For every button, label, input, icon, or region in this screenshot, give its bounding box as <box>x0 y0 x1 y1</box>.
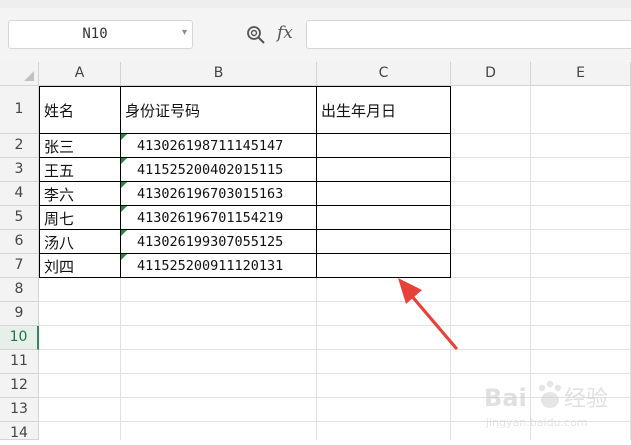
text-number-indicator <box>121 206 127 212</box>
row-header-10[interactable]: 10 <box>0 326 39 350</box>
row-header-5[interactable]: 5 <box>0 206 39 230</box>
gridline <box>39 301 631 302</box>
row-header-6[interactable]: 6 <box>0 230 39 254</box>
column-header-a[interactable]: A <box>39 62 121 86</box>
column-header-c[interactable]: C <box>317 62 451 86</box>
text-number-indicator <box>121 182 127 188</box>
table-border <box>39 157 451 158</box>
row-header-1[interactable]: 1 <box>0 86 39 134</box>
svg-text:Bai: Bai <box>484 384 527 412</box>
cell-name[interactable]: 周七 <box>44 208 74 229</box>
title-bar-strip <box>0 0 631 8</box>
cell-id[interactable]: 413026196703015163 <box>137 186 283 202</box>
formula-input[interactable] <box>306 20 631 49</box>
cell-id[interactable]: 413026198711145147 <box>137 138 283 154</box>
svg-text:经验: 经验 <box>564 387 608 412</box>
red-arrow-annotation <box>398 278 458 350</box>
name-box[interactable]: N10 ▾ <box>8 20 193 49</box>
select-all-corner[interactable] <box>0 62 39 86</box>
table-border <box>316 86 317 278</box>
row-header-11[interactable]: 11 <box>0 350 39 374</box>
name-box-value: N10 <box>82 26 108 42</box>
table-border <box>39 86 40 278</box>
row-header-13[interactable]: 13 <box>0 398 39 422</box>
cell-id[interactable]: 411525200402015115 <box>137 162 283 178</box>
table-border <box>39 253 451 254</box>
row-header-3[interactable]: 3 <box>0 158 39 182</box>
row-header-8[interactable]: 8 <box>0 278 39 302</box>
table-border <box>39 229 451 230</box>
header-cell-id[interactable]: 身份证号码 <box>125 100 200 121</box>
text-number-indicator <box>121 254 127 260</box>
cell-id[interactable]: 413026199307055125 <box>137 234 283 250</box>
row-header-4[interactable]: 4 <box>0 182 39 206</box>
row-header-9[interactable]: 9 <box>0 302 39 326</box>
cell-id[interactable]: 413026196701154219 <box>137 210 283 226</box>
cell-name[interactable]: 张三 <box>44 136 74 157</box>
header-cell-name[interactable]: 姓名 <box>44 100 74 121</box>
gridline <box>39 349 631 350</box>
row-header-14[interactable]: 14 <box>0 422 39 441</box>
fx-icon[interactable]: fx <box>277 23 293 43</box>
gridline <box>39 325 631 326</box>
table-border <box>39 181 451 182</box>
text-number-indicator <box>121 134 127 140</box>
column-header-d[interactable]: D <box>451 62 531 86</box>
header-cell-birth[interactable]: 出生年月日 <box>321 100 396 121</box>
cell-name[interactable]: 汤八 <box>44 232 74 253</box>
row-header-7[interactable]: 7 <box>0 254 39 278</box>
table-border <box>450 86 451 278</box>
row-header-12[interactable]: 12 <box>0 374 39 398</box>
row-header-2[interactable]: 2 <box>0 134 39 158</box>
text-number-indicator <box>121 158 127 164</box>
cell-name[interactable]: 王五 <box>44 160 74 181</box>
svg-text:jingyan.baidu.com: jingyan.baidu.com <box>485 416 588 429</box>
column-header-b[interactable]: B <box>121 62 317 86</box>
column-header-e[interactable]: E <box>531 62 631 86</box>
table-border <box>39 133 451 134</box>
table-border <box>39 205 451 206</box>
zoom-magnifier-icon[interactable] <box>246 25 266 45</box>
cell-id[interactable]: 411525200911120131 <box>137 258 283 274</box>
chevron-down-icon[interactable]: ▾ <box>182 27 187 38</box>
baidu-watermark-logo: Bai 经验 jingyan.baidu.com <box>484 380 608 429</box>
table-border <box>39 86 451 87</box>
cell-name[interactable]: 李六 <box>44 184 74 205</box>
cell-name[interactable]: 刘四 <box>44 256 74 277</box>
text-number-indicator <box>121 230 127 236</box>
